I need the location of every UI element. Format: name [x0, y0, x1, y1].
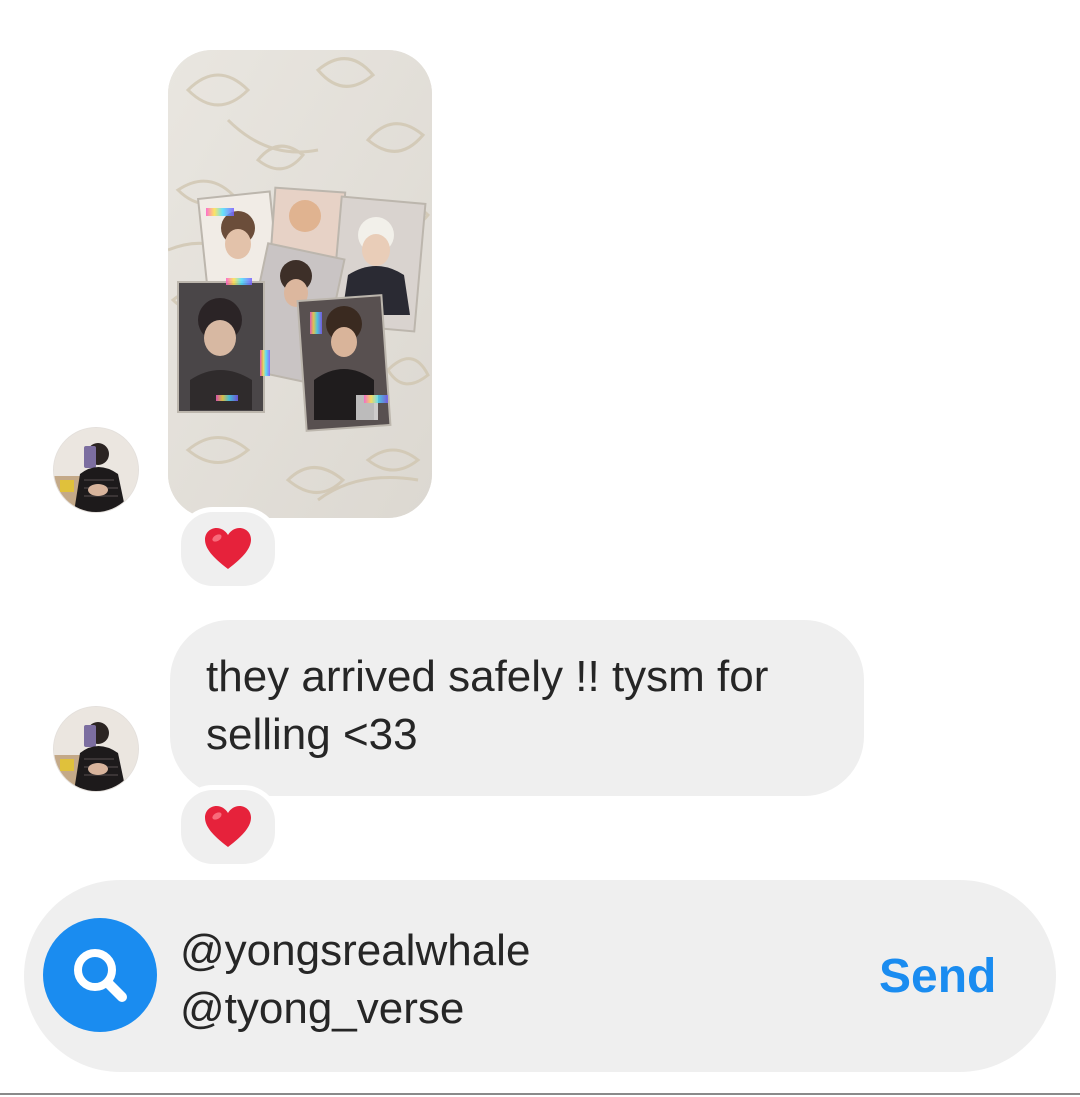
search-button[interactable]: [43, 918, 157, 1032]
dm-thread-screen: they arrived safely !! tysm for selling …: [0, 0, 1080, 1097]
photocards-photo: [168, 50, 432, 518]
user-avatar-icon: [54, 707, 138, 791]
sender-avatar[interactable]: [54, 428, 138, 512]
send-button[interactable]: Send: [879, 946, 996, 1006]
message-composer: @yongsrealwhale @tyong_verse Send: [24, 880, 1056, 1072]
heart-icon: [205, 528, 251, 569]
bottom-divider: [0, 1093, 1080, 1095]
sender-avatar[interactable]: [54, 707, 138, 791]
message-input[interactable]: @yongsrealwhale @tyong_verse: [180, 922, 530, 1038]
search-icon: [74, 949, 127, 1002]
message-text: they arrived safely !! tysm for selling …: [206, 652, 769, 759]
message-reaction[interactable]: [176, 507, 280, 591]
heart-icon: [205, 806, 251, 847]
user-avatar-icon: [54, 428, 138, 512]
photo-message[interactable]: [168, 50, 432, 518]
text-message-bubble[interactable]: they arrived safely !! tysm for selling …: [170, 620, 864, 796]
message-reaction[interactable]: [176, 785, 280, 869]
